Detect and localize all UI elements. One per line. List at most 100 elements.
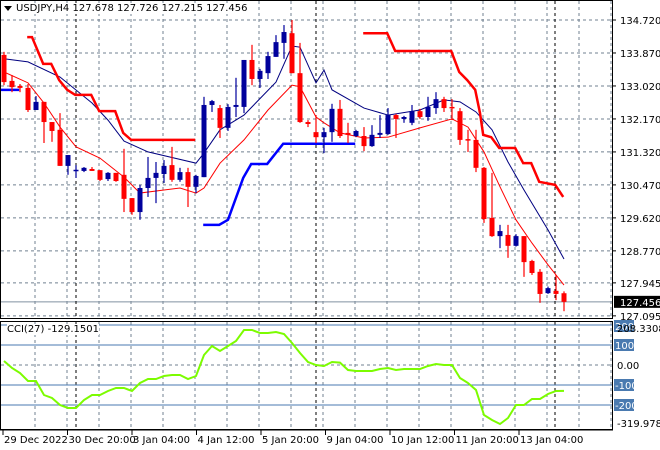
candle-body [369,134,375,147]
bear-candle [57,113,63,166]
time-label: 9 Jan 04:00 [327,435,384,446]
candle-body [385,115,391,135]
bull-candle [265,51,271,79]
bull-candle [209,99,215,112]
candle-body [33,101,39,111]
candle-body [73,169,79,172]
current-price-label: 127.456 [620,298,660,309]
candle-body [497,231,503,237]
bull-candle [257,68,263,88]
candle-body [329,108,335,133]
bear-candle [185,167,191,208]
candle-body [265,56,271,74]
candle-body [1,54,7,83]
bear-candle [441,96,447,112]
bull-candle [177,167,183,182]
fast-moving-average [3,71,565,286]
bear-candle [25,84,31,112]
bear-candle [89,167,95,171]
cci-axis[interactable]: 200208.3308100-100-2000.00-319.9783 [614,320,660,430]
candle-body [281,32,287,43]
candle-body [449,106,455,109]
price-label: 128.770 [620,247,660,258]
candle-body [121,174,127,199]
bear-candle [113,172,119,182]
bear-candle [553,274,559,301]
price-label: 129.620 [620,214,660,225]
bull-candle [273,35,279,57]
price-label: 131.320 [620,148,660,159]
candle-body [169,165,175,180]
candle-body [401,117,407,119]
candle-body [145,177,151,189]
time-label: 3 Jan 04:00 [133,435,190,446]
candle-body [409,111,415,123]
bear-candle [529,259,535,275]
bear-candle [121,148,127,213]
candle-body [201,104,207,178]
bear-candle [449,99,455,121]
candle-body [537,271,543,294]
cci-axis-label: 0.00 [617,361,639,372]
candle-body [129,198,135,213]
candle-body [185,172,191,187]
high-value: 127.726 [117,3,159,14]
time-label: 10 Jan 12:00 [391,435,454,446]
candle-body [257,70,263,79]
candle-body [41,101,47,123]
candle-body [473,139,479,168]
candle-body [241,59,247,107]
candle-body [337,108,343,137]
price-axis[interactable]: 134.720 133.870 133.020 132.170 131.320 130.4… [612,16,660,323]
time-label: 11 Jan 20:00 [456,435,519,446]
candle-body [177,172,183,180]
candle-body [193,175,199,187]
candle-body [481,167,487,220]
price-label: 134.720 [620,16,660,27]
price-label: 127.945 [620,279,660,290]
bull-candle [433,92,439,114]
candle-body [353,130,359,137]
bull-candle [81,167,87,173]
candle-body [361,136,367,147]
candle-body [457,111,463,140]
candle-body [65,155,71,166]
cci-line [3,329,565,426]
bull-candle [233,77,239,117]
cci-axis-label: -319.9783 [617,419,660,430]
bear-candle [49,122,55,142]
bear-candle [561,291,567,312]
chart-header: USDJPY,H4 127.678 127.726 127.215 127.45… [4,3,251,14]
price-chart[interactable]: 134.720 133.870 133.020 132.170 131.320 130.4… [0,0,660,450]
bull-candle [329,103,335,142]
bear-candle [305,120,311,128]
bear-candle [97,170,103,182]
resistance-step-line [363,31,565,198]
candle-body [209,101,215,105]
candle-body [505,234,511,246]
candle-body [137,188,143,213]
bull-candle [225,104,231,131]
bull-candle [385,108,391,135]
time-label: 30 Dec 20:00 [69,435,136,446]
bull-candle [65,155,71,175]
candle-body [17,85,23,88]
bull-candle [545,286,551,294]
candle-body [321,132,327,138]
candle-body [25,87,31,111]
bear-candle [481,167,487,223]
cci-axis-label: -100 [615,381,638,392]
candle-body [297,73,303,123]
candle-body [89,168,95,171]
candle-body [161,165,167,175]
bear-candle [345,122,351,143]
bull-candle [281,25,287,59]
dropdown-triangle-icon[interactable] [4,5,12,11]
bull-candle [193,174,199,194]
time-axis[interactable]: 29 Dec 2022 30 Dec 20:003 Jan 04:00 4 Jan … [0,429,613,446]
bull-candle [161,160,167,183]
candle-body [225,106,231,128]
bull-candle [137,184,143,220]
bull-candle [321,127,327,154]
candle-body [113,172,119,182]
